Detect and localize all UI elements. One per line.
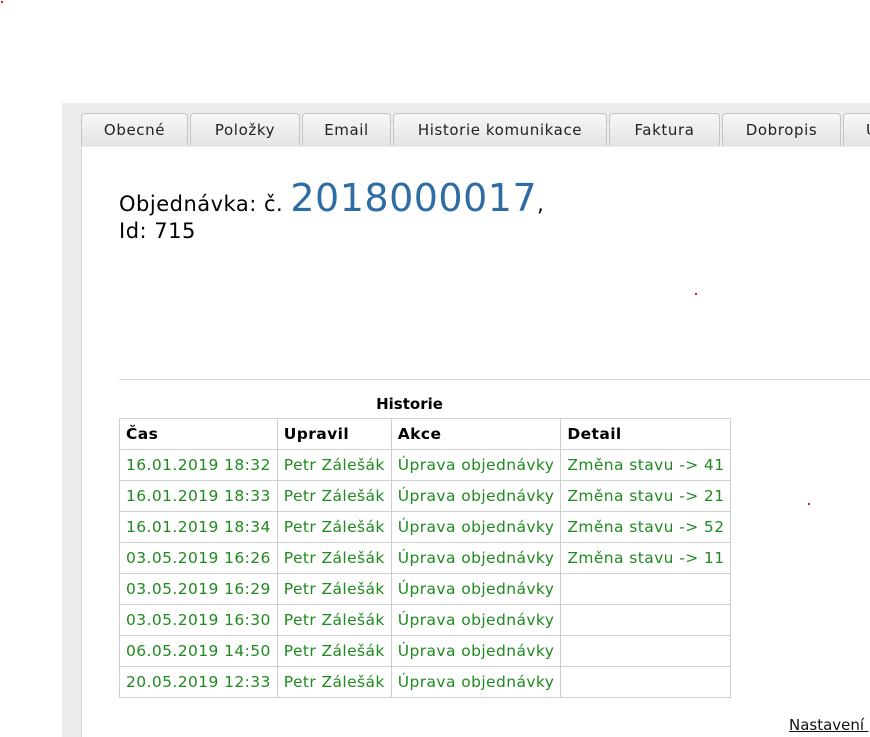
tab-polozky[interactable]: Položky <box>190 113 300 146</box>
cell-action: Úprava objednávky <box>390 542 562 574</box>
table-row: 16.01.2019 18:32 Petr Zálešák Úprava obj… <box>119 449 732 481</box>
divider <box>119 379 870 380</box>
col-header-upravil: Upravil <box>276 418 392 450</box>
cell-action: Úprava objednávky <box>390 604 562 636</box>
cell-user: Petr Zálešák <box>276 604 392 636</box>
cell-detail <box>560 635 732 667</box>
cell-time: 06.05.2019 14:50 <box>119 635 278 667</box>
history-caption: Historie <box>376 395 443 413</box>
cell-time: 03.05.2019 16:30 <box>119 604 278 636</box>
cell-time: 20.05.2019 12:33 <box>119 666 278 698</box>
settings-link[interactable]: Nastavení p <box>789 716 870 734</box>
order-label: Objednávka: č. <box>119 192 284 216</box>
tab-historie-komunikace[interactable]: Historie komunikace <box>393 113 607 146</box>
history-table: Čas Upravil Akce Detail 16.01.2019 18:32… <box>119 418 732 698</box>
col-header-detail: Detail <box>560 418 732 450</box>
tab-email[interactable]: Email <box>302 113 391 146</box>
cell-detail <box>560 666 732 698</box>
marker-dot <box>1 1 3 3</box>
cell-detail: Změna stavu -> 21 <box>560 480 732 512</box>
cell-time: 03.05.2019 16:26 <box>119 542 278 574</box>
marker-dot <box>808 503 810 505</box>
table-row: 20.05.2019 12:33 Petr Zálešák Úprava obj… <box>119 666 732 698</box>
cell-action: Úprava objednávky <box>390 511 562 543</box>
cell-user: Petr Zálešák <box>276 449 392 481</box>
order-id: Id: 715 <box>119 219 196 243</box>
table-row: 16.01.2019 18:34 Petr Zálešák Úprava obj… <box>119 511 732 543</box>
cell-detail <box>560 573 732 605</box>
tab-dobropis[interactable]: Dobropis <box>722 113 841 146</box>
cell-time: 16.01.2019 18:33 <box>119 480 278 512</box>
cell-user: Petr Zálešák <box>276 573 392 605</box>
cell-action: Úprava objednávky <box>390 666 562 698</box>
table-row: 03.05.2019 16:26 Petr Zálešák Úprava obj… <box>119 542 732 574</box>
tab-obecne[interactable]: Obecné <box>81 113 188 146</box>
tab-next[interactable]: U <box>843 113 870 146</box>
cell-action: Úprava objednávky <box>390 573 562 605</box>
cell-user: Petr Zálešák <box>276 511 392 543</box>
cell-user: Petr Zálešák <box>276 542 392 574</box>
cell-detail: Změna stavu -> 52 <box>560 511 732 543</box>
history-header-row: Čas Upravil Akce Detail <box>119 418 732 450</box>
table-row: 03.05.2019 16:30 Petr Zálešák Úprava obj… <box>119 604 732 636</box>
cell-action: Úprava objednávky <box>390 480 562 512</box>
cell-user: Petr Zálešák <box>276 635 392 667</box>
tab-faktura[interactable]: Faktura <box>609 113 720 146</box>
order-heading: Objednávka: č. 2018000017, <box>119 176 544 220</box>
table-row: 16.01.2019 18:33 Petr Zálešák Úprava obj… <box>119 480 732 512</box>
table-row: 03.05.2019 16:29 Petr Zálešák Úprava obj… <box>119 573 732 605</box>
cell-action: Úprava objednávky <box>390 449 562 481</box>
cell-user: Petr Zálešák <box>276 480 392 512</box>
cell-time: 16.01.2019 18:32 <box>119 449 278 481</box>
cell-time: 16.01.2019 18:34 <box>119 511 278 543</box>
cell-user: Petr Zálešák <box>276 666 392 698</box>
order-comma: , <box>537 192 545 216</box>
table-row: 06.05.2019 14:50 Petr Zálešák Úprava obj… <box>119 635 732 667</box>
cell-detail: Změna stavu -> 41 <box>560 449 732 481</box>
col-header-cas: Čas <box>119 418 278 450</box>
col-header-akce: Akce <box>390 418 562 450</box>
marker-dot <box>695 293 697 295</box>
order-number: 2018000017 <box>290 176 538 220</box>
cell-time: 03.05.2019 16:29 <box>119 573 278 605</box>
cell-action: Úprava objednávky <box>390 635 562 667</box>
cell-detail <box>560 604 732 636</box>
cell-detail: Změna stavu -> 11 <box>560 542 732 574</box>
